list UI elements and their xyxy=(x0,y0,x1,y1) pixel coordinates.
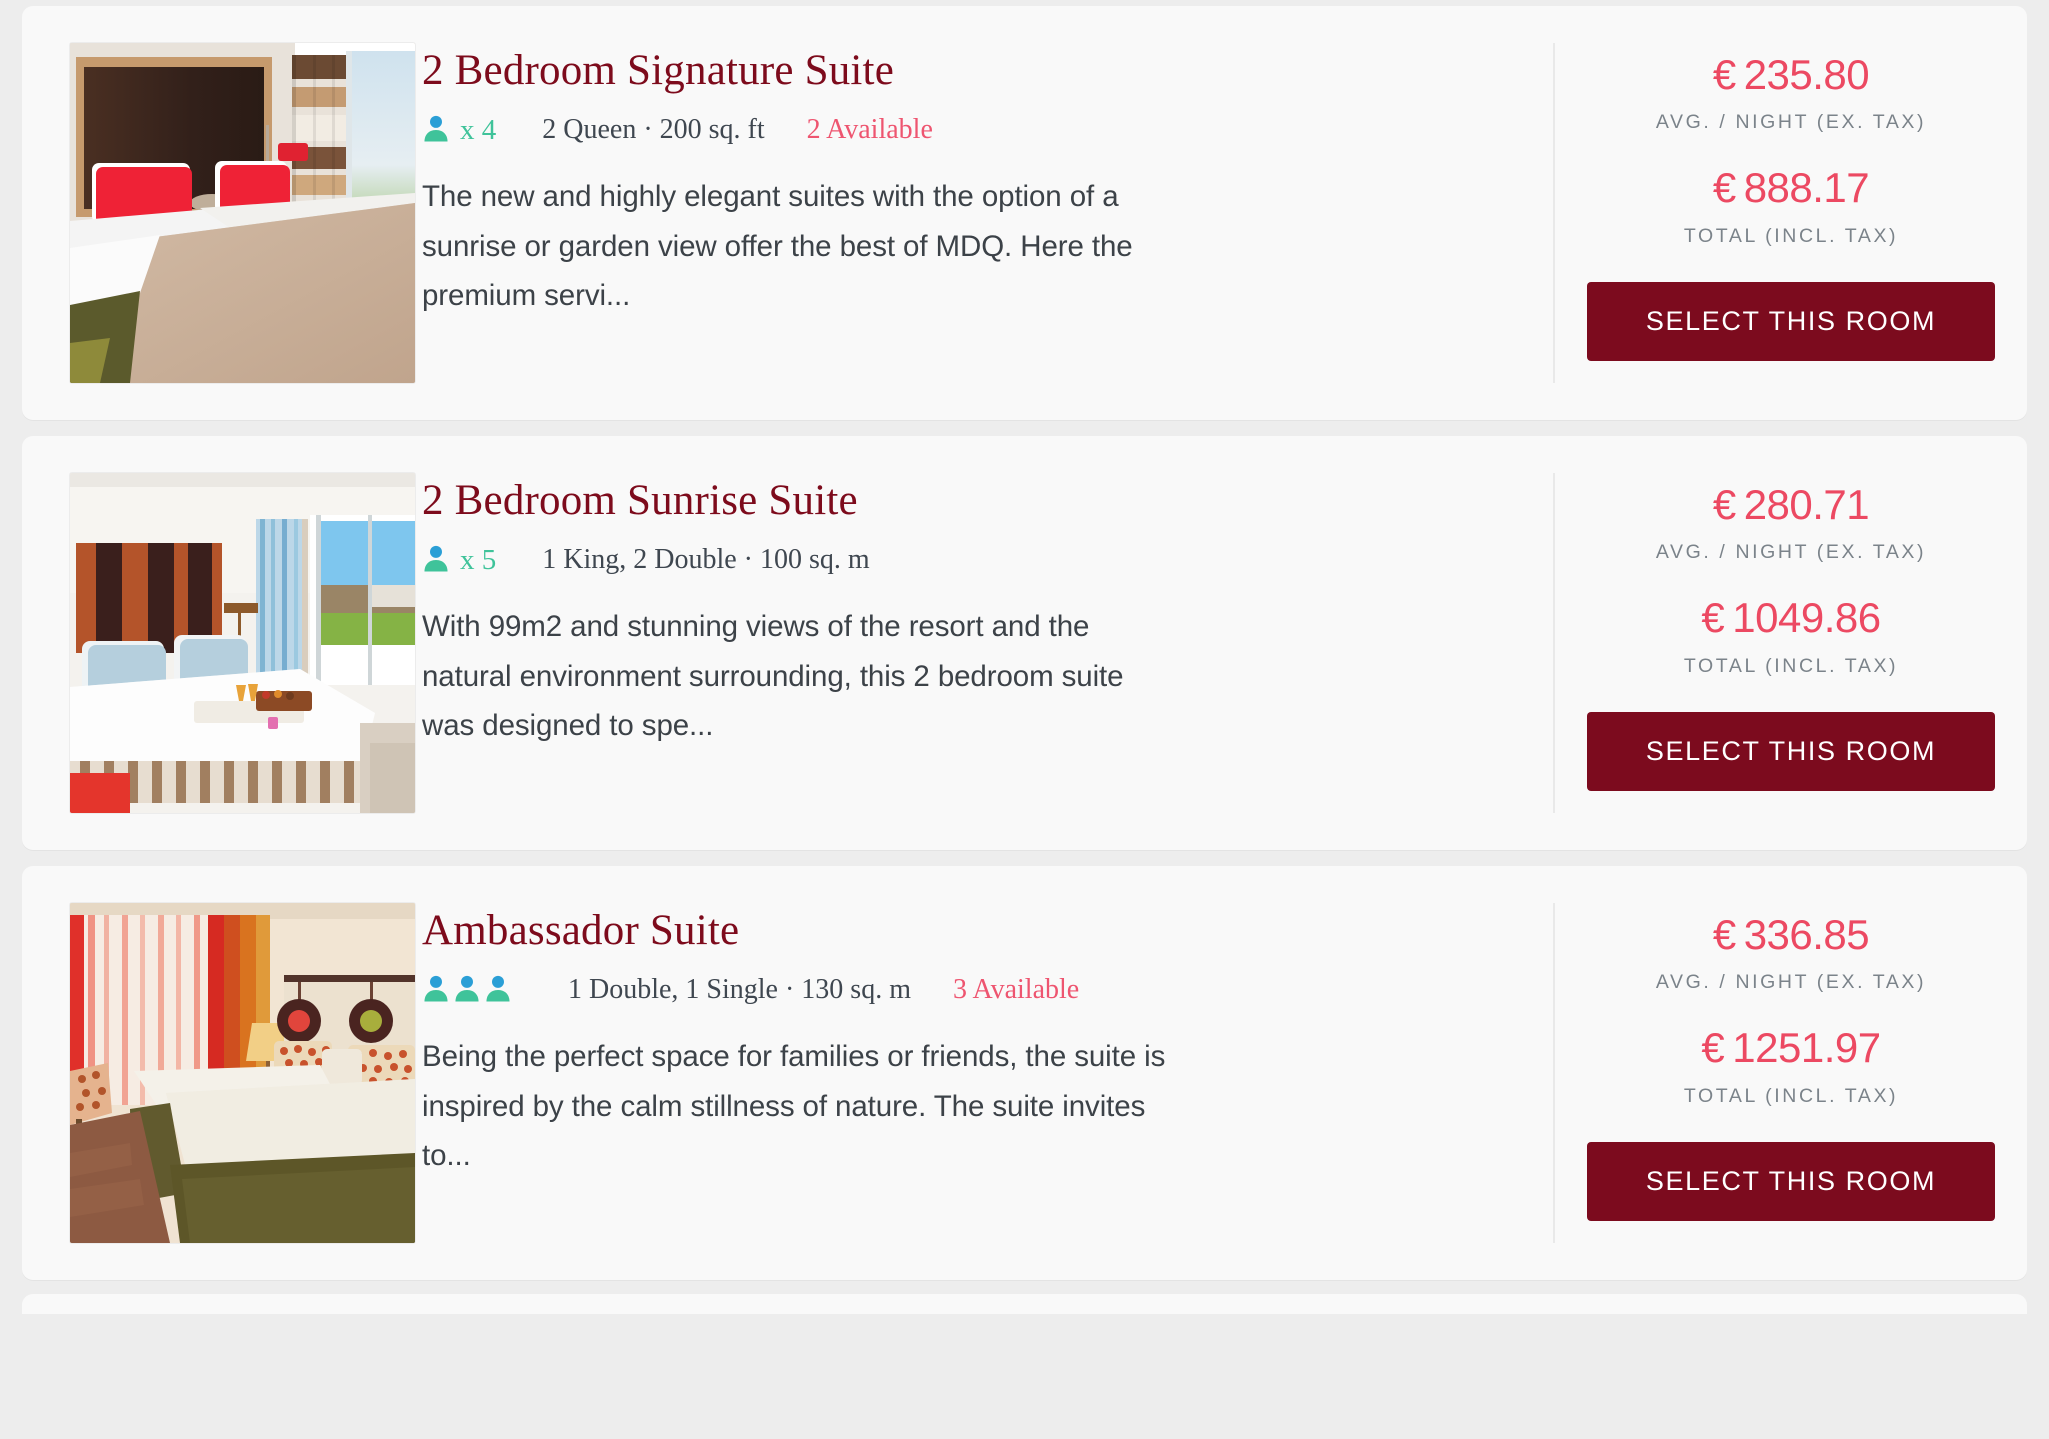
room-photo-container xyxy=(22,903,422,1243)
room-meta: 1 Double, 1 Single · 130 sq. m 3 Availab… xyxy=(422,970,1517,1010)
total-price-block: €1049.86 TOTAL (INCL. TAX) xyxy=(1684,594,1898,677)
room-photo-image xyxy=(70,43,415,383)
avg-price-value: 336.85 xyxy=(1743,911,1870,958)
total-price-block: €888.17 TOTAL (INCL. TAX) xyxy=(1684,164,1898,247)
room-meta: x 5 1 King, 2 Double · 100 sq. m xyxy=(422,540,1517,580)
person-icon xyxy=(486,976,510,1002)
room-title[interactable]: Ambassador Suite xyxy=(422,907,1517,955)
select-room-button[interactable]: SELECT THIS ROOM xyxy=(1587,281,1995,361)
avg-price: €280.71 xyxy=(1712,481,1870,529)
occupancy-count: x 4 xyxy=(460,113,497,146)
total-price: €1251.97 xyxy=(1684,1024,1898,1072)
avg-price: €235.80 xyxy=(1712,51,1870,99)
bed-info: 1 Double, 1 Single · 130 sq. m xyxy=(568,974,911,1006)
bed-info: 2 Queen · 200 sq. ft xyxy=(542,114,765,146)
occupancy xyxy=(422,975,522,1005)
person-icon xyxy=(424,976,448,1002)
occupancy: x 5 xyxy=(422,544,496,577)
avg-price-label: AVG. / NIGHT (EX. TAX) xyxy=(1655,111,1927,134)
availability-badge: 3 Available xyxy=(953,974,1080,1006)
room-meta: x 4 2 Queen · 200 sq. ft 2 Available xyxy=(422,110,1517,150)
price-column: €235.80 AVG. / NIGHT (EX. TAX) €888.17 T… xyxy=(1553,43,2027,383)
person-icon xyxy=(424,116,448,142)
room-card[interactable]: 2 Bedroom Signature Suite x 4 2 Queen · … xyxy=(22,6,2027,420)
room-card[interactable]: Ambassador Suite 1 Double, 1 Single · 13… xyxy=(22,866,2027,1280)
room-card[interactable]: 2 Bedroom Sunrise Suite x 5 1 King, 2 Do… xyxy=(22,436,2027,850)
room-details: Ambassador Suite 1 Double, 1 Single · 13… xyxy=(422,903,1553,1181)
total-price-label: TOTAL (INCL. TAX) xyxy=(1683,1084,1899,1107)
currency-symbol: € xyxy=(1712,51,1736,98)
room-photo-signature-suite[interactable] xyxy=(70,43,415,383)
total-price-label: TOTAL (INCL. TAX) xyxy=(1683,654,1899,677)
room-details: 2 Bedroom Signature Suite x 4 2 Queen · … xyxy=(422,43,1553,321)
room-photo-sunrise-suite[interactable] xyxy=(70,473,415,813)
avg-price-label: AVG. / NIGHT (EX. TAX) xyxy=(1655,971,1927,994)
price-column: €336.85 AVG. / NIGHT (EX. TAX) €1251.97 … xyxy=(1553,903,2027,1243)
currency-symbol: € xyxy=(1701,594,1725,642)
avg-price-value: 235.80 xyxy=(1743,51,1870,98)
occupancy: x 4 xyxy=(422,114,496,147)
avg-price-value: 280.71 xyxy=(1743,481,1870,528)
person-icons xyxy=(422,975,515,1005)
price-column: €280.71 AVG. / NIGHT (EX. TAX) €1049.86 … xyxy=(1553,473,2027,813)
room-title[interactable]: 2 Bedroom Signature Suite xyxy=(422,47,1517,95)
room-description: With 99m2 and stunning views of the reso… xyxy=(422,610,1124,743)
currency-symbol: € xyxy=(1712,911,1736,958)
total-price-value: 888.17 xyxy=(1743,164,1870,212)
total-price-value: 1049.86 xyxy=(1732,594,1881,642)
person-icons xyxy=(422,115,453,145)
person-icons xyxy=(422,545,453,575)
currency-symbol: € xyxy=(1712,481,1736,528)
select-room-button[interactable]: SELECT THIS ROOM xyxy=(1587,1141,1995,1221)
total-price: €1049.86 xyxy=(1684,594,1898,642)
bed-info: 1 King, 2 Double · 100 sq. m xyxy=(542,544,870,576)
next-room-card-peek[interactable] xyxy=(22,1294,2027,1314)
room-description: The new and highly elegant suites with t… xyxy=(422,180,1133,313)
avg-price-label: AVG. / NIGHT (EX. TAX) xyxy=(1655,541,1927,564)
avg-price: €336.85 xyxy=(1712,911,1870,959)
total-price-block: €1251.97 TOTAL (INCL. TAX) xyxy=(1684,1024,1898,1107)
total-price: €888.17 xyxy=(1684,164,1898,212)
total-price-label: TOTAL (INCL. TAX) xyxy=(1683,224,1899,247)
total-price-value: 1251.97 xyxy=(1732,1024,1881,1072)
room-photo-ambassador-suite[interactable] xyxy=(70,903,415,1243)
room-photo-image xyxy=(70,473,415,813)
availability-badge: 2 Available xyxy=(806,114,933,146)
room-description: Being the perfect space for families or … xyxy=(422,1040,1166,1173)
room-photo-container xyxy=(22,43,422,383)
room-title[interactable]: 2 Bedroom Sunrise Suite xyxy=(422,477,1517,525)
room-list: 2 Bedroom Signature Suite x 4 2 Queen · … xyxy=(0,0,2049,1314)
occupancy-count: x 5 xyxy=(460,543,497,576)
currency-symbol: € xyxy=(1701,1024,1725,1072)
room-photo-container xyxy=(22,473,422,813)
currency-symbol: € xyxy=(1712,164,1736,212)
select-room-button[interactable]: SELECT THIS ROOM xyxy=(1587,711,1995,791)
room-details: 2 Bedroom Sunrise Suite x 5 1 King, 2 Do… xyxy=(422,473,1553,751)
person-icon xyxy=(455,976,479,1002)
room-photo-image xyxy=(70,903,415,1243)
person-icon xyxy=(424,546,448,572)
